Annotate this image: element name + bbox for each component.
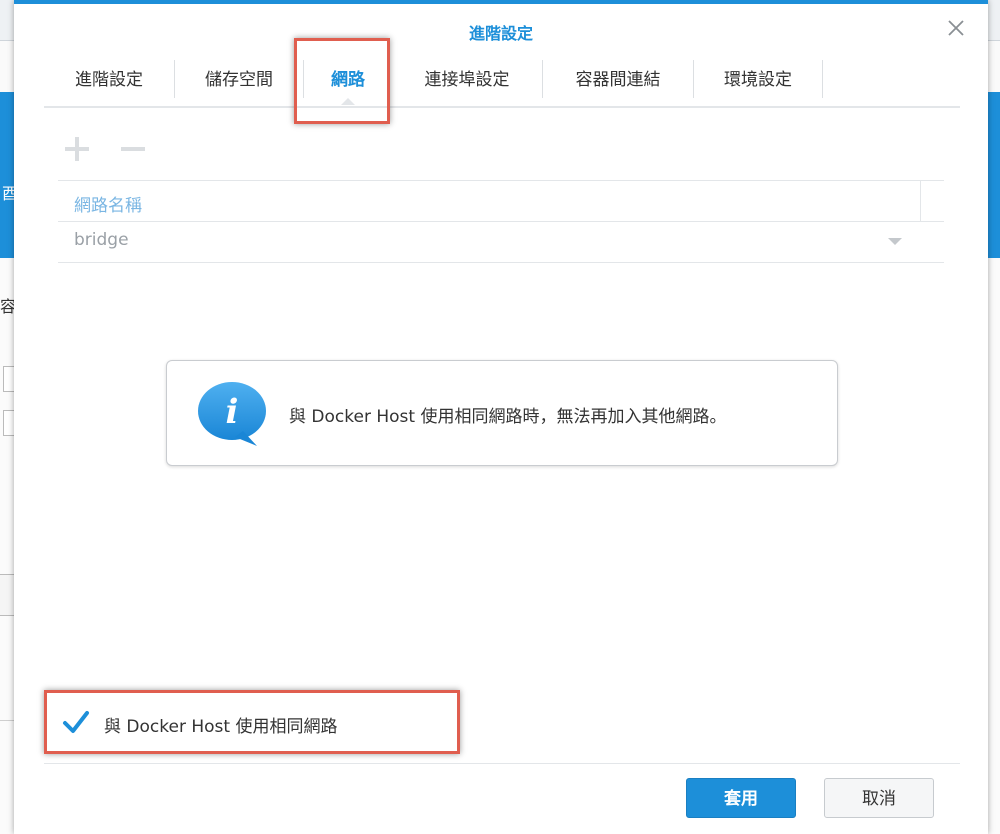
column-header-network-name: 網路名稱 xyxy=(74,196,142,216)
footer-divider xyxy=(44,763,960,764)
tab-port-settings[interactable]: 連接埠設定 xyxy=(392,60,542,100)
tab-bar: 進階設定 儲存空間 網路 連接埠設定 容器間連結 環境設定 xyxy=(44,58,960,108)
plus-icon[interactable] xyxy=(62,134,92,164)
close-icon[interactable] xyxy=(946,18,966,38)
column-divider xyxy=(920,181,921,221)
info-message-text: 與 Docker Host 使用相同網路時，無法再加入其他網路。 xyxy=(289,407,727,427)
tab-divider xyxy=(822,60,823,98)
minus-icon[interactable] xyxy=(118,134,148,164)
host-network-checkbox-label: 與 Docker Host 使用相同網路 xyxy=(104,717,338,737)
advanced-settings-dialog: 進階設定 進階設定 儲存空間 網路 連接埠設定 容器間連結 環境設定 網路名稱 … xyxy=(14,0,988,834)
dialog-title: 進階設定 xyxy=(468,24,533,43)
svg-text:i: i xyxy=(226,392,239,432)
tab-advanced[interactable]: 進階設定 xyxy=(44,60,174,100)
tab-storage[interactable]: 儲存空間 xyxy=(175,60,303,100)
network-table: 網路名稱 bridge xyxy=(58,180,944,263)
tab-environment[interactable]: 環境設定 xyxy=(694,60,822,100)
info-icon: i xyxy=(197,381,267,447)
info-message-box: i 與 Docker Host 使用相同網路時，無法再加入其他網路。 xyxy=(166,360,838,466)
table-header: 網路名稱 xyxy=(58,180,944,222)
highlight-frame-network-tab xyxy=(294,38,390,124)
network-name-cell: bridge xyxy=(74,230,129,250)
tab-container-links[interactable]: 容器間連結 xyxy=(543,60,693,100)
apply-button[interactable]: 套用 xyxy=(686,778,796,818)
background-divider xyxy=(0,720,14,721)
background-button xyxy=(0,574,15,616)
table-row[interactable]: bridge xyxy=(58,220,944,263)
cancel-button[interactable]: 取消 xyxy=(824,778,934,818)
checkmark-icon[interactable] xyxy=(62,708,90,736)
dropdown-arrow-icon[interactable] xyxy=(888,238,902,245)
